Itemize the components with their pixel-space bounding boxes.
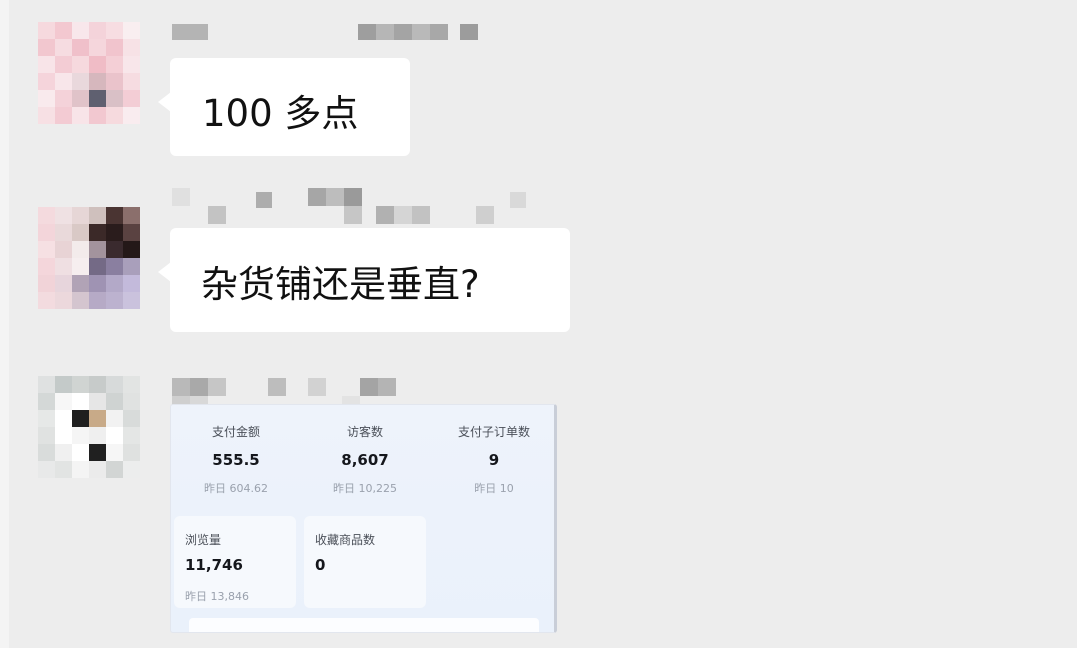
screen-left-edge [0,0,9,648]
metric-value: 555.5 [212,451,260,469]
tile-label: 收藏商品数 [315,533,376,547]
message-bubble[interactable]: 100 多点 [158,58,410,156]
tile-label: 浏览量 [185,533,222,547]
metric-label: 支付金额 [211,425,260,439]
metric-label: 访客数 [346,425,383,439]
sender-name [172,188,532,224]
message-text: 杂货铺还是垂直? [201,263,480,306]
avatar[interactable] [38,207,140,309]
metric-payment-amount: 支付金额 555.5 昨日 604.62 [187,423,285,496]
metric-value: 9 [488,451,500,469]
tile-favorites: 收藏商品数 0 [304,516,426,608]
metric-value: 8,607 [341,451,389,469]
card-bottom-strip [189,618,539,632]
metric-visitors: 访客数 8,607 昨日 10,225 [316,423,414,496]
metric-sub-orders: 支付子订单数 9 昨日 10 [444,423,544,496]
message-bubble[interactable]: 杂货铺还是垂直? [158,228,570,332]
avatar[interactable] [38,376,140,478]
tile-value: 11,746 [185,556,243,574]
stats-card[interactable]: 支付金额 555.5 昨日 604.62 访客数 8,607 昨日 10,225… [170,404,557,633]
tile-page-views: 浏览量 11,746 昨日 13,846 [174,516,296,608]
metric-yesterday: 昨日 604.62 [204,482,268,495]
tile-yesterday: 昨日 13,846 [185,590,249,603]
metric-yesterday: 昨日 10,225 [333,482,397,495]
tile-value: 0 [315,556,326,574]
message-text: 100 多点 [202,92,359,135]
metric-yesterday: 昨日 10 [474,482,514,495]
sender-name [172,24,482,42]
avatar[interactable] [38,22,140,124]
metric-label: 支付子订单数 [457,425,530,439]
